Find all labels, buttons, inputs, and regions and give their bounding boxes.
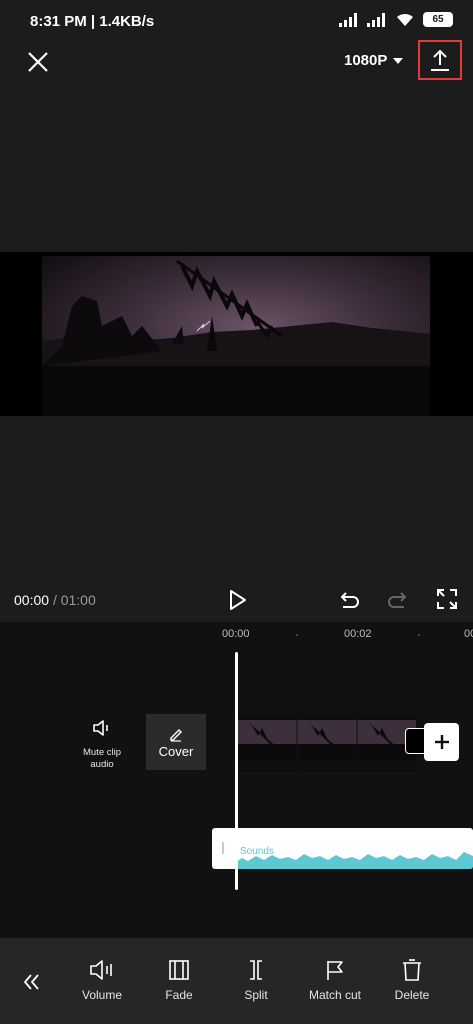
ruler-label: 00 (464, 628, 473, 640)
ruler-label: 00:02 (344, 628, 372, 640)
timeline[interactable]: 00:00 00:02 00 Mute clip audio Cover (0, 622, 473, 938)
cover-label: Cover (158, 743, 194, 759)
double-chevron-left-icon (23, 974, 39, 990)
time-separator: / (52, 592, 57, 608)
close-button[interactable] (24, 48, 52, 76)
volume-icon (90, 960, 112, 980)
add-clip-button[interactable] (424, 723, 459, 761)
status-separator: | (90, 13, 96, 30)
speaker-icon (93, 720, 108, 736)
video-clip[interactable] (238, 714, 416, 772)
undo-button[interactable] (337, 588, 361, 612)
video-preview[interactable] (0, 252, 473, 416)
ruler-dot (296, 634, 298, 636)
delete-tool[interactable]: Delete (388, 958, 436, 1002)
fade-icon (169, 960, 189, 980)
battery-icon: 65 (423, 12, 453, 27)
redo-icon (388, 592, 407, 608)
status-icons: 65 (339, 12, 453, 27)
collapse-button[interactable] (22, 972, 42, 992)
clip-thumbnails (238, 714, 416, 772)
delete-label: Delete (394, 988, 430, 1002)
status-net-speed: 1.4KB/s (99, 13, 155, 30)
resolution-dropdown[interactable]: 1080P (344, 52, 404, 69)
plus-icon (434, 735, 449, 749)
flag-icon (327, 961, 343, 980)
close-icon (28, 52, 48, 72)
play-button[interactable] (227, 588, 249, 612)
playhead[interactable] (235, 652, 238, 890)
fullscreen-button[interactable] (436, 588, 458, 610)
resolution-label: 1080P (344, 52, 388, 69)
signal-icon (339, 12, 357, 27)
export-button[interactable] (418, 40, 462, 80)
status-text: 8:31 PM | 1.4KB/s (30, 13, 154, 30)
wifi-icon (397, 13, 413, 26)
caret-down-icon (393, 57, 404, 64)
volume-label: Volume (81, 988, 123, 1002)
video-frame-image (42, 256, 430, 416)
fullscreen-icon (437, 589, 457, 609)
mute-clip-audio-button[interactable]: Mute clip audio (72, 718, 132, 771)
top-bar: 1080P (0, 40, 473, 84)
mute-clip-label-line1: Mute clip (82, 747, 121, 758)
redo-button[interactable] (386, 588, 410, 612)
split-label: Split (244, 988, 268, 1002)
bottom-toolbar: Volume Fade Split Match cut Delete (0, 938, 473, 1024)
audio-track[interactable]: Sounds (212, 828, 473, 869)
fade-tool[interactable]: Fade (155, 958, 203, 1002)
time-display: 00:00 / 01:00 (14, 592, 96, 608)
split-icon (250, 960, 262, 980)
status-time: 8:31 PM (30, 13, 87, 30)
player-controls: 00:00 / 01:00 (0, 580, 473, 620)
play-icon (230, 590, 246, 610)
ruler-label: 00:00 (222, 628, 250, 640)
total-time: 01:00 (60, 592, 96, 608)
upload-icon (431, 49, 449, 71)
fade-label: Fade (165, 988, 193, 1002)
match-cut-label: Match cut (308, 988, 362, 1002)
pencil-icon (170, 728, 182, 742)
match-cut-tool[interactable]: Match cut (303, 958, 367, 1002)
audio-label: Sounds (240, 846, 274, 857)
split-tool[interactable]: Split (234, 958, 278, 1002)
trash-icon (403, 959, 421, 981)
mute-clip-label-line2: audio (90, 759, 114, 770)
cover-button[interactable]: Cover (146, 714, 206, 770)
volume-tool[interactable]: Volume (76, 958, 128, 1002)
undo-icon (340, 592, 359, 608)
ruler-dot (418, 634, 420, 636)
status-bar: 8:31 PM | 1.4KB/s 65 (0, 0, 473, 40)
signal-icon (367, 12, 385, 27)
current-time: 00:00 (14, 592, 50, 608)
